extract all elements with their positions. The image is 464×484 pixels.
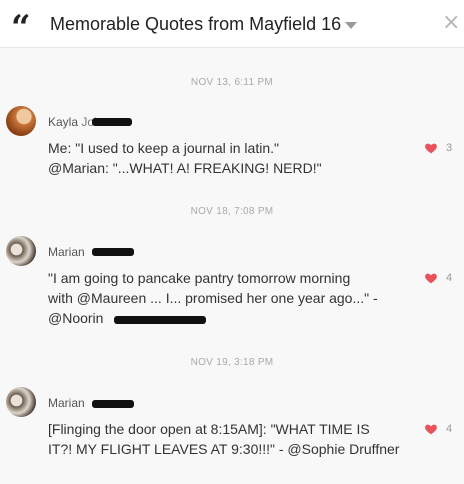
redaction-bar	[92, 248, 134, 256]
avatar[interactable]	[6, 387, 36, 417]
chevron-down-icon[interactable]	[345, 22, 357, 29]
heart-icon[interactable]	[424, 271, 438, 285]
avatar[interactable]	[6, 106, 36, 136]
group-title[interactable]: Memorable Quotes from Mayfield 16	[50, 14, 341, 35]
heart-icon[interactable]	[424, 422, 438, 436]
sender-name[interactable]: Marian	[48, 396, 85, 410]
message-line: [Flinging the door open at 8:15AM]: "WHA…	[48, 421, 370, 437]
like-count: 4	[446, 423, 453, 435]
date-divider: NOV 13, 6:11 PM	[190, 77, 274, 88]
redaction-bar	[92, 118, 132, 126]
message-line: @Marian: "...WHAT! A! FREAKING! NERD!"	[48, 160, 322, 176]
like-count: 4	[446, 272, 453, 284]
date-divider: NOV 18, 7:08 PM	[190, 206, 274, 217]
date-divider: NOV 19, 3:18 PM	[190, 357, 274, 368]
sender-name[interactable]: Marian	[48, 245, 85, 259]
avatar[interactable]	[6, 236, 36, 266]
message-line: "I am going to pancake pantry tomorrow m…	[48, 270, 351, 286]
message-line: IT?! MY FLIGHT LEAVES AT 9:30!!!" - @Sop…	[48, 441, 400, 457]
message-text: "I am going to pancake pantry tomorrow m…	[48, 268, 420, 328]
redaction-bar	[114, 316, 206, 324]
redaction-bar	[92, 400, 134, 408]
message-text: [Flinging the door open at 8:15AM]: "WHA…	[48, 419, 420, 459]
header: “ Memorable Quotes from Mayfield 16 ×	[0, 0, 464, 48]
close-icon[interactable]: ×	[442, 12, 460, 34]
message-line: Me: "I used to keep a journal in latin."	[48, 140, 279, 156]
message-text: Me: "I used to keep a journal in latin."…	[48, 138, 420, 178]
message-line: with @Maureen ... I... promised her one …	[48, 290, 378, 306]
heart-icon[interactable]	[424, 141, 438, 155]
quote-icon: “	[11, 8, 31, 48]
like-count: 3	[446, 142, 453, 154]
message-line: @Noorin	[48, 310, 104, 326]
